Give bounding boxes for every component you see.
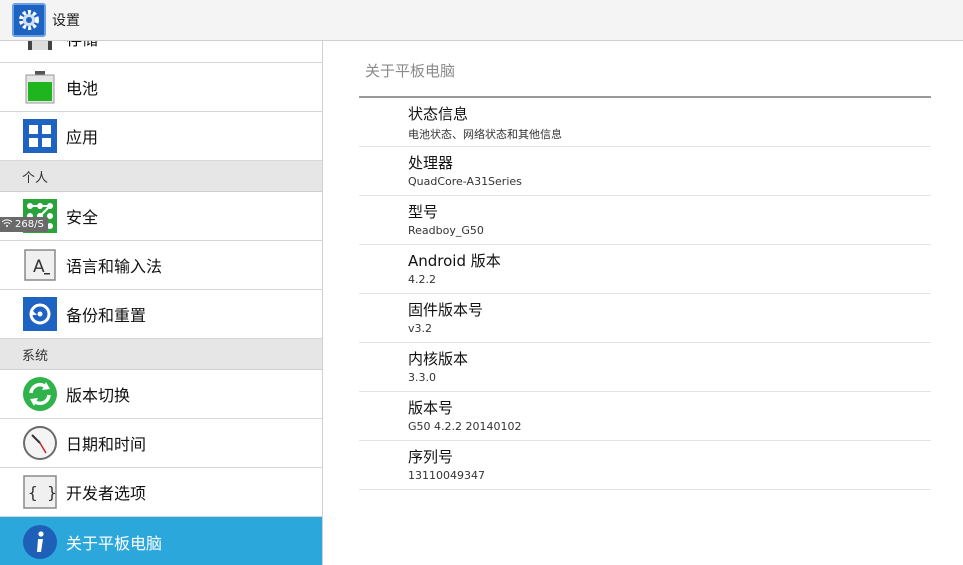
- sidebar-item-label: 日期和时间: [66, 435, 147, 454]
- sidebar-item-label: 存储: [66, 41, 98, 50]
- action-bar: 设置: [0, 0, 963, 41]
- row-subtitle: 电池状态、网络状态和其他信息: [408, 128, 562, 141]
- sidebar-item-date-time[interactable]: 日期和时间: [0, 419, 322, 468]
- panel-title: 关于平板电脑: [365, 62, 456, 80]
- wifi-icon: [1, 219, 13, 230]
- row-processor: 处理器 QuadCore-A31Series: [359, 147, 931, 196]
- row-android-version[interactable]: Android 版本 4.2.2: [359, 245, 931, 294]
- sidebar-item-about-tablet[interactable]: 关于平板电脑: [0, 517, 322, 565]
- row-title: 内核版本: [408, 350, 469, 368]
- about-tablet-panel: 关于平板电脑 状态信息 电池状态、网络状态和其他信息 处理器 QuadCore-…: [324, 41, 963, 565]
- section-header-system: 系统: [0, 339, 322, 370]
- sidebar-item-version-switch[interactable]: 版本切换: [0, 370, 322, 419]
- sidebar-item-security[interactable]: 安全: [0, 192, 322, 241]
- sidebar-item-label: 开发者选项: [66, 484, 147, 503]
- settings-sidebar: 存储 电池 应用 个人 安全 A 语言和输入法 备份和重置 系统: [0, 41, 323, 565]
- sidebar-item-storage[interactable]: 存储: [0, 41, 322, 63]
- sidebar-item-label: 版本切换: [66, 386, 131, 405]
- sidebar-item-apps[interactable]: 应用: [0, 112, 322, 161]
- sidebar-item-language[interactable]: A 语言和输入法: [0, 241, 322, 290]
- row-subtitle: G50 4.2.2 20140102: [408, 420, 522, 433]
- row-subtitle: 3.3.0: [408, 371, 436, 384]
- backup-icon: [22, 296, 58, 332]
- sidebar-item-developer[interactable]: { } 开发者选项: [0, 468, 322, 517]
- sidebar-item-label: 应用: [66, 128, 99, 147]
- language-icon: A: [22, 247, 58, 283]
- svg-text:A: A: [33, 257, 45, 277]
- row-model: 型号 Readboy_G50: [359, 196, 931, 245]
- row-title: 固件版本号: [408, 301, 484, 319]
- section-header-personal: 个人: [0, 161, 322, 192]
- row-build-number[interactable]: 版本号 G50 4.2.2 20140102: [359, 392, 931, 441]
- row-subtitle: QuadCore-A31Series: [408, 175, 522, 188]
- row-title: 型号: [408, 203, 439, 221]
- storage-icon: [22, 41, 58, 56]
- row-title: 处理器: [408, 154, 454, 172]
- row-status-info[interactable]: 状态信息 电池状态、网络状态和其他信息: [359, 98, 931, 147]
- version-switch-icon: [22, 376, 58, 412]
- sidebar-item-battery[interactable]: 电池: [0, 63, 322, 112]
- sidebar-item-label: 备份和重置: [66, 306, 147, 325]
- sidebar-item-label: 电池: [66, 79, 99, 98]
- row-title: Android 版本: [408, 252, 501, 270]
- row-kernel-version: 内核版本 3.3.0: [359, 343, 931, 392]
- row-serial-number: 序列号 13110049347: [359, 441, 931, 490]
- settings-gear-icon[interactable]: [12, 3, 46, 37]
- network-speed-text: 268/S: [15, 219, 44, 230]
- developer-icon: { }: [22, 474, 58, 510]
- row-subtitle: 4.2.2: [408, 273, 436, 286]
- sidebar-item-label: 关于平板电脑: [66, 533, 163, 553]
- row-title: 序列号: [408, 448, 454, 466]
- sidebar-item-backup[interactable]: 备份和重置: [0, 290, 322, 339]
- apps-icon: [22, 118, 58, 154]
- info-icon: [22, 524, 58, 560]
- sidebar-item-label: 安全: [66, 208, 99, 227]
- battery-icon: [22, 69, 58, 105]
- row-title: 版本号: [408, 399, 454, 417]
- row-title: 状态信息: [408, 105, 469, 123]
- clock-icon: [22, 425, 58, 461]
- svg-text:{ }: { }: [28, 483, 57, 502]
- row-firmware-version: 固件版本号 v3.2: [359, 294, 931, 343]
- row-subtitle: Readboy_G50: [408, 224, 484, 237]
- row-subtitle: 13110049347: [408, 469, 485, 482]
- app-title: 设置: [52, 13, 80, 29]
- network-speed-badge: 268/S: [0, 217, 48, 232]
- row-subtitle: v3.2: [408, 322, 433, 335]
- sidebar-item-label: 语言和输入法: [66, 257, 163, 276]
